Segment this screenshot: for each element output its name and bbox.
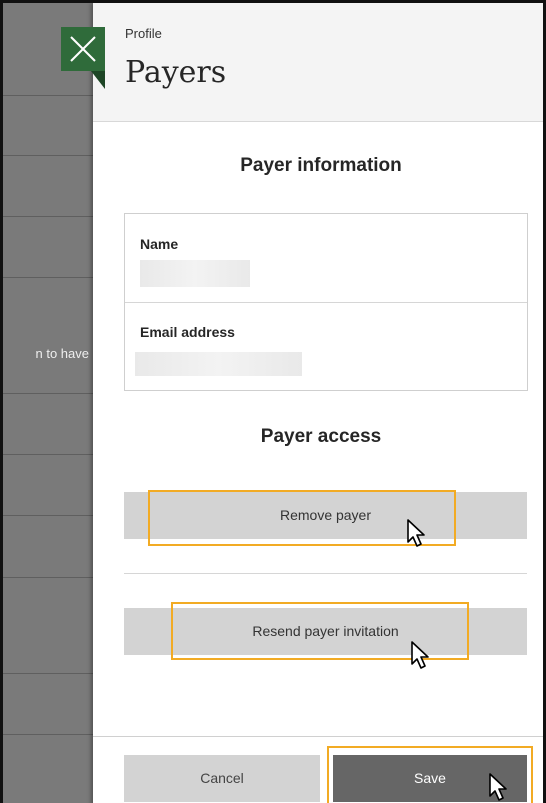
background-row-divider <box>3 577 93 578</box>
payer-information-card: Name Email address <box>124 213 528 391</box>
name-value-redacted <box>140 260 250 287</box>
close-button-fold <box>91 71 105 89</box>
mouse-pointer-icon <box>411 641 429 669</box>
email-value-redacted <box>135 352 302 376</box>
payers-panel: Profile Payers Payer information Name Em… <box>93 3 543 803</box>
breadcrumb: Profile <box>125 26 162 41</box>
background-row-divider <box>3 393 93 394</box>
screenshot-frame: n to have Profile Payers Payer informati… <box>0 0 546 803</box>
cancel-button[interactable]: Cancel <box>124 755 320 802</box>
payer-access-heading: Payer access <box>260 426 382 447</box>
background-row-text: n to have <box>35 346 90 361</box>
mouse-pointer-icon <box>407 519 425 547</box>
action-divider <box>124 573 527 574</box>
name-label: Name <box>140 236 179 252</box>
close-button[interactable] <box>61 27 105 71</box>
background-row-divider <box>3 95 93 96</box>
background-row-divider <box>3 216 93 217</box>
page-title: Payers <box>125 55 227 90</box>
background-row-divider <box>3 734 93 735</box>
info-divider <box>125 302 527 303</box>
background-row-divider <box>3 454 93 455</box>
panel-header: Profile Payers <box>93 3 543 122</box>
background-row-divider <box>3 277 93 278</box>
background-row-divider <box>3 155 93 156</box>
background-row-divider <box>3 515 93 516</box>
email-label: Email address <box>140 324 235 340</box>
mouse-pointer-icon <box>489 773 507 801</box>
background-row-divider <box>3 673 93 674</box>
background-page: n to have <box>3 3 93 803</box>
payer-information-heading: Payer information <box>240 155 402 176</box>
close-icon <box>70 36 96 62</box>
